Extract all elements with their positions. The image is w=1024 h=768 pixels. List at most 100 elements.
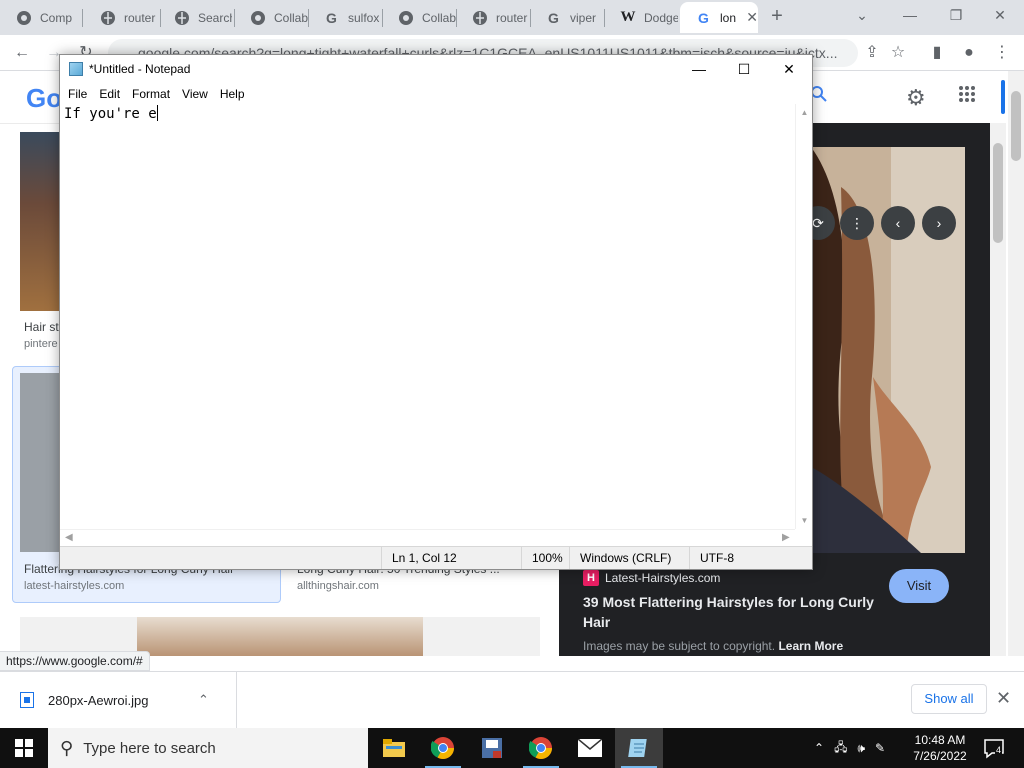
- side-panel-icon[interactable]: ▮: [925, 41, 949, 65]
- maximize-button[interactable]: ☐: [721, 55, 767, 84]
- download-item[interactable]: 280px-Aewroi.jpg ⌃: [0, 672, 237, 728]
- settings-gear-icon[interactable]: ⚙: [906, 85, 926, 111]
- profile-avatar[interactable]: ●: [957, 41, 981, 65]
- taskbar-clock[interactable]: 10:48 AM 7/26/2022: [900, 732, 980, 764]
- tab-separator: [82, 9, 83, 27]
- minimize-button[interactable]: —: [676, 55, 722, 84]
- scrollbar-thumb[interactable]: [993, 143, 1003, 243]
- mail-icon[interactable]: [566, 728, 614, 768]
- notepad-content: If you're e: [64, 106, 157, 122]
- notepad-status-bar: Ln 1, Col 12 100% Windows (CRLF) UTF-8: [60, 546, 812, 569]
- apps-grid-icon[interactable]: [958, 85, 976, 109]
- new-tab-button[interactable]: +: [766, 6, 788, 28]
- app-icon[interactable]: [468, 728, 516, 768]
- scroll-down-arrow-icon[interactable]: ▼: [796, 516, 813, 525]
- results-scrollbar[interactable]: [990, 123, 1006, 656]
- result-caption[interactable]: Hair st: [24, 320, 60, 334]
- clock-date: 7/26/2022: [913, 749, 967, 763]
- learn-more-link[interactable]: Learn More: [778, 639, 843, 653]
- browser-tab[interactable]: Search: [158, 2, 234, 33]
- notepad-titlebar[interactable]: *Untitled - Notepad — ☐ ✕: [60, 55, 812, 84]
- result-site: allthingshair.com: [297, 580, 379, 592]
- notepad-icon[interactable]: [615, 728, 663, 768]
- scroll-left-arrow-icon[interactable]: ◀: [65, 532, 73, 543]
- browser-tab[interactable]: Collab: [382, 2, 458, 33]
- scroll-up-arrow-icon[interactable]: ▲: [796, 108, 813, 117]
- network-icon[interactable]: 🖧: [834, 738, 847, 759]
- preview-title[interactable]: 39 Most Flattering Hairstyles for Long C…: [583, 592, 883, 632]
- system-tray: ⌃ 🖧 🕪 ✎: [814, 728, 885, 768]
- notepad-icon: [69, 62, 83, 76]
- preview-source-label: Latest-Hairstyles.com: [605, 571, 721, 585]
- chrome-icon[interactable]: [517, 728, 565, 768]
- svg-text:G: G: [548, 10, 559, 26]
- menu-edit[interactable]: Edit: [93, 87, 126, 101]
- menu-view[interactable]: View: [176, 87, 214, 101]
- download-filename: 280px-Aewroi.jpg: [48, 692, 149, 708]
- notifications-icon[interactable]: 4: [982, 736, 1006, 760]
- menu-kebab-icon[interactable]: ⋮: [990, 41, 1014, 65]
- more-options-icon[interactable]: ⋮: [840, 206, 874, 240]
- close-tab-icon[interactable]: ✕: [746, 9, 758, 26]
- browser-tab[interactable]: G sulfox: [308, 2, 384, 33]
- preview-source[interactable]: H Latest-Hairstyles.com: [583, 570, 720, 586]
- menu-format[interactable]: Format: [126, 87, 176, 101]
- share-icon[interactable]: ⇪: [860, 41, 884, 65]
- tab-label: Dodge: [644, 10, 678, 25]
- close-window-button[interactable]: ✕: [978, 4, 1022, 26]
- result-site: latest-hairstyles.com: [24, 580, 125, 592]
- notepad-vertical-scrollbar[interactable]: ▲ ▼: [795, 104, 812, 529]
- browser-tab[interactable]: G viper: [530, 2, 606, 33]
- menu-help[interactable]: Help: [214, 87, 251, 101]
- browser-tab[interactable]: W Dodge: [604, 2, 680, 33]
- scroll-right-arrow-icon[interactable]: ▶: [782, 532, 790, 543]
- tab-label: Collab: [422, 10, 456, 25]
- bookmark-star-icon[interactable]: ☆: [886, 41, 910, 65]
- tab-search-chevron-icon[interactable]: ⌄: [840, 4, 884, 26]
- result-image[interactable]: [20, 132, 60, 311]
- show-all-button[interactable]: Show all: [911, 684, 987, 714]
- back-button[interactable]: ←: [10, 41, 34, 65]
- text-caret: [156, 105, 158, 121]
- search-icon[interactable]: [810, 85, 850, 111]
- volume-icon[interactable]: 🕪: [857, 741, 865, 756]
- browser-tab[interactable]: router: [456, 2, 532, 33]
- notepad-horizontal-scrollbar[interactable]: ◀ ▶: [60, 529, 795, 546]
- browser-tab[interactable]: Comp: [0, 2, 78, 33]
- visit-button[interactable]: Visit: [889, 569, 949, 603]
- result-image[interactable]: [20, 373, 60, 552]
- next-image-button[interactable]: ›: [922, 206, 956, 240]
- notification-count: 4: [995, 745, 1003, 755]
- chrome-icon[interactable]: [419, 728, 467, 768]
- site-favicon: H: [583, 570, 599, 586]
- account-indicator: [1001, 80, 1005, 114]
- pen-icon[interactable]: ✎: [875, 741, 885, 755]
- notepad-window: *Untitled - Notepad — ☐ ✕ File Edit Form…: [59, 54, 813, 570]
- ghost-icon: [250, 10, 266, 26]
- close-download-bar-icon[interactable]: ✕: [996, 688, 1011, 709]
- close-button[interactable]: ✕: [766, 55, 812, 84]
- tab-label: Collab: [274, 10, 308, 25]
- notepad-menubar: File Edit Format View Help: [60, 84, 812, 104]
- previous-image-button[interactable]: ‹: [881, 206, 915, 240]
- chevron-up-icon[interactable]: ⌃: [198, 692, 209, 708]
- scrollbar-thumb[interactable]: [1011, 91, 1021, 161]
- taskbar-search[interactable]: ⚲ Type here to search: [48, 728, 368, 768]
- chevron-up-icon[interactable]: ⌃: [814, 741, 824, 755]
- menu-file[interactable]: File: [62, 87, 93, 101]
- result-image[interactable]: [137, 617, 423, 656]
- google-logo[interactable]: Go: [26, 83, 62, 114]
- browser-tab[interactable]: Collab: [234, 2, 310, 33]
- page-scrollbar[interactable]: [1008, 71, 1024, 656]
- wikipedia-icon: W: [620, 9, 636, 25]
- globe-icon: [174, 10, 190, 26]
- start-button[interactable]: [0, 728, 48, 768]
- notepad-text-area[interactable]: If you're e: [60, 104, 795, 529]
- file-explorer-icon[interactable]: [370, 728, 418, 768]
- browser-tab-active[interactable]: G lon ✕: [680, 2, 758, 33]
- minimize-button[interactable]: —: [888, 4, 932, 26]
- globe-icon: [100, 10, 116, 26]
- browser-tab[interactable]: router: [84, 2, 158, 33]
- restore-button[interactable]: ❐: [934, 4, 978, 26]
- search-icon: ⚲: [60, 737, 74, 758]
